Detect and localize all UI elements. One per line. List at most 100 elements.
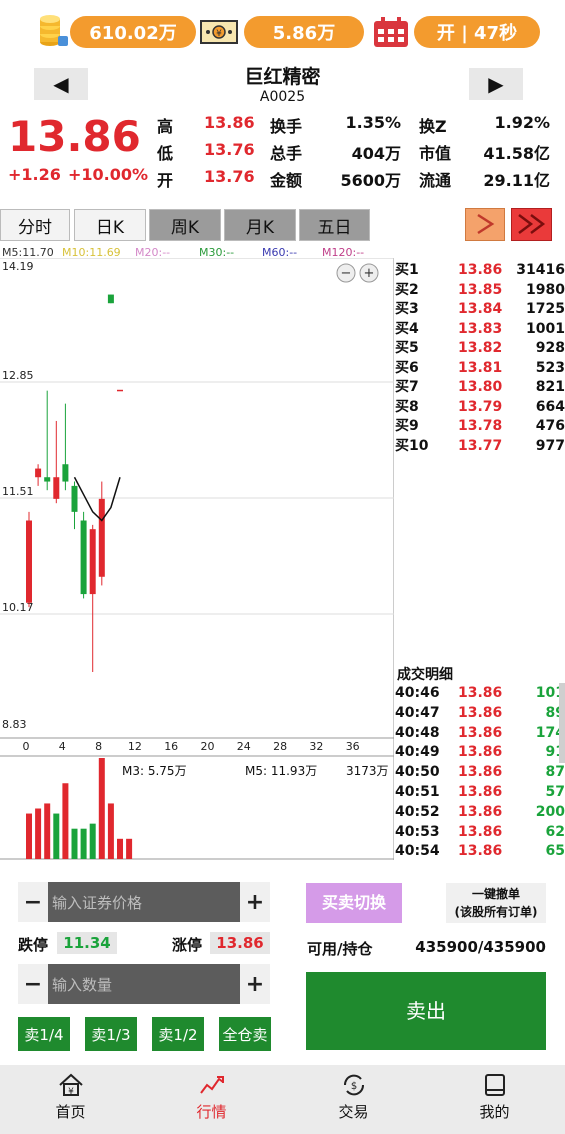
- order-book-row[interactable]: 买1 13.86 31416: [395, 260, 565, 280]
- exchange-icon: $: [343, 1074, 364, 1096]
- trades-scrollbar[interactable]: [559, 683, 565, 763]
- trade-price: 13.86: [458, 823, 503, 840]
- order-level-label: 买8: [395, 398, 419, 415]
- sell-third-button[interactable]: 卖1/3: [85, 1017, 137, 1051]
- x-tick-label: 12: [128, 740, 142, 753]
- candlestick-chart[interactable]: 14.1912.8511.5110.178.83 0 4 8 12 16 20 24 28 32…: [0, 258, 394, 860]
- trade-price: 13.86: [458, 843, 503, 860]
- x-tick-label: 8: [95, 740, 102, 753]
- expand-button[interactable]: [465, 208, 505, 241]
- cancel-all-button[interactable]: 一键撤单 (该股所有订单): [446, 883, 546, 923]
- volume-bar: [117, 838, 123, 859]
- stock-code: A0025: [259, 89, 306, 105]
- sell-button[interactable]: 卖出: [306, 972, 546, 1050]
- triangle-right-icon: ▶: [488, 72, 504, 96]
- order-book-row[interactable]: 买7 13.80 821: [395, 377, 565, 397]
- nav-market[interactable]: 行情: [141, 1065, 282, 1134]
- prev-stock-button[interactable]: ◀: [34, 68, 88, 100]
- sell-half-button[interactable]: 卖1/2: [152, 1017, 204, 1051]
- nav-trade[interactable]: $ 交易: [283, 1065, 424, 1134]
- limit-down-value[interactable]: 11.34: [57, 932, 117, 954]
- amount-label: 金额: [270, 171, 303, 190]
- order-book-row[interactable]: 买6 13.81 523: [395, 358, 565, 378]
- high-label: 高: [157, 117, 174, 136]
- limit-up-value[interactable]: 13.86: [210, 932, 270, 954]
- double-chevron-right-icon: [518, 214, 546, 234]
- tab-five-day[interactable]: 五日: [299, 209, 370, 241]
- price-stepper[interactable]: − 输入证券价格 +: [18, 882, 270, 922]
- nav-mine[interactable]: 我的: [424, 1065, 565, 1134]
- order-level-label: 买9: [395, 418, 419, 434]
- order-book-row[interactable]: 买4 13.83 1001: [395, 319, 565, 339]
- trade-row: 40:50 13.86 87: [395, 762, 565, 782]
- order-level-label: 买4: [395, 320, 419, 337]
- order-level-label: 买6: [395, 359, 419, 376]
- buy-sell-switch-button[interactable]: 买卖切换: [306, 883, 402, 923]
- trade-row: 40:49 13.86 91: [395, 742, 565, 762]
- tab-intraday[interactable]: 分时: [0, 209, 70, 241]
- price-minus-button[interactable]: −: [18, 882, 48, 922]
- tab-monthly-k[interactable]: 月K: [224, 209, 296, 241]
- volume-bar: [107, 803, 114, 859]
- zoom-in-button[interactable]: +: [359, 263, 379, 283]
- candle-body: [98, 498, 105, 577]
- price-input[interactable]: 输入证券价格: [48, 882, 240, 922]
- tab-daily-k[interactable]: 日K: [74, 209, 146, 241]
- float-label: 流通: [419, 171, 452, 190]
- order-qty: 476: [535, 418, 565, 434]
- triangle-left-icon: ◀: [53, 72, 69, 96]
- svg-text:¥: ¥: [216, 29, 222, 39]
- vol-m5-label: M5: 11.93万: [245, 764, 318, 778]
- candle-body: [44, 477, 51, 482]
- y-tick-label: 12.85: [2, 369, 34, 382]
- volume-bar: [80, 828, 87, 859]
- volume-bar: [35, 808, 42, 859]
- order-book-row[interactable]: 买3 13.84 1725: [395, 299, 565, 319]
- trade-row: 40:52 13.86 200: [395, 802, 565, 822]
- fast-forward-button[interactable]: [511, 208, 552, 241]
- volume-bar: [44, 803, 51, 859]
- bottom-nav: ¥ 首页 行情 $ 交易 我的: [0, 1065, 565, 1134]
- trade-row: 40:46 13.86 101: [395, 683, 565, 703]
- limit-down-label: 跌停: [18, 936, 49, 954]
- order-book-row[interactable]: 买9 13.78 476: [395, 416, 565, 436]
- banknote-icon: ¥: [200, 20, 238, 48]
- trade-price: 13.86: [458, 704, 503, 721]
- order-book-row[interactable]: 买2 13.85 1980: [395, 280, 565, 300]
- nav-home[interactable]: ¥ 首页: [0, 1065, 141, 1134]
- home-icon: ¥: [58, 1073, 83, 1097]
- x-tick-label: 4: [59, 740, 66, 753]
- order-price: 13.84: [458, 301, 503, 317]
- qty-minus-button[interactable]: −: [18, 964, 48, 1004]
- svg-text:$: $: [350, 1081, 356, 1092]
- order-level-label: 买1: [395, 262, 419, 278]
- quantity-stepper[interactable]: − 输入数量 +: [18, 964, 270, 1004]
- sell-all-button[interactable]: 全仓卖: [219, 1017, 271, 1051]
- order-level-label: 买10: [395, 437, 429, 454]
- zoom-out-button[interactable]: −: [336, 263, 356, 283]
- tab-weekly-k[interactable]: 周K: [149, 209, 221, 241]
- order-qty: 664: [535, 398, 565, 415]
- x-tick-label: 20: [201, 740, 215, 753]
- candle-body: [80, 520, 87, 595]
- qty-plus-button[interactable]: +: [240, 964, 270, 1004]
- trade-qty: 62: [545, 823, 565, 840]
- candle-body: [26, 520, 32, 603]
- order-book-row[interactable]: 买8 13.79 664: [395, 397, 565, 417]
- next-stock-button[interactable]: ▶: [469, 68, 523, 100]
- volume-value: 404万: [351, 144, 401, 163]
- volume-bar: [53, 813, 60, 859]
- order-price: 13.79: [458, 398, 503, 415]
- price-plus-button[interactable]: +: [240, 882, 270, 922]
- svg-text:+: +: [364, 266, 375, 281]
- trade-time: 40:46: [395, 685, 440, 701]
- order-book-row[interactable]: 买10 13.77 977: [395, 436, 565, 456]
- sell-quarter-button[interactable]: 卖1/4: [18, 1017, 70, 1051]
- turnoverz-value: 1.92%: [494, 113, 550, 132]
- quantity-input[interactable]: 输入数量: [48, 964, 240, 1004]
- trade-price: 13.86: [458, 744, 503, 761]
- candle-body: [62, 464, 69, 482]
- svg-text:¥: ¥: [68, 1087, 74, 1097]
- order-level-label: 买7: [395, 379, 419, 395]
- order-book-row[interactable]: 买5 13.82 928: [395, 338, 565, 358]
